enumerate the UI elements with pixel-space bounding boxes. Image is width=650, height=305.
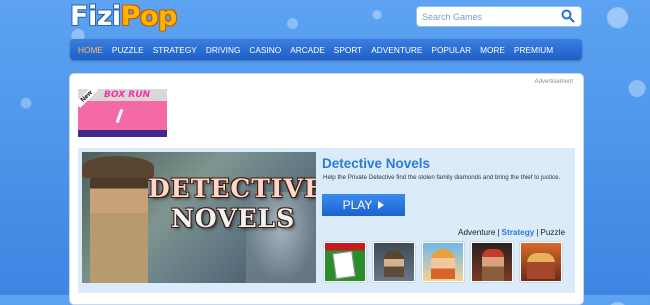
category-separator: | xyxy=(536,228,539,237)
related-game-warrior[interactable] xyxy=(471,242,513,282)
advertisement-label: Advertisement xyxy=(534,79,573,85)
play-button-label: PLAY xyxy=(342,198,373,212)
detective-hat xyxy=(82,156,154,178)
featured-game-description: Help the Private Detective find the stol… xyxy=(323,174,561,181)
nav-item-more[interactable]: MORE xyxy=(480,45,505,55)
thumbnail-ground xyxy=(78,130,167,137)
new-game-title: BOX RUN xyxy=(104,90,151,100)
category-links: Adventure | Strategy | Puzzle xyxy=(458,228,565,237)
nav-item-casino[interactable]: CASINO xyxy=(249,45,281,55)
featured-game-title[interactable]: Detective Novels xyxy=(322,156,430,171)
runner-figure xyxy=(115,108,124,124)
category-link-adventure[interactable]: Adventure xyxy=(458,228,495,237)
new-game-thumbnail[interactable]: BOX RUN New xyxy=(78,89,167,137)
logo-text-part2: Pop xyxy=(120,1,178,32)
nav-item-strategy[interactable]: STRATEGY xyxy=(153,45,197,55)
related-game-card-solitaire[interactable] xyxy=(324,242,366,282)
detective-figure xyxy=(90,162,148,283)
related-game-detective[interactable] xyxy=(373,242,415,282)
nav-item-premium[interactable]: PREMIUM xyxy=(514,45,553,55)
featured-image-title-line1: DETECTIVE xyxy=(148,174,316,203)
search-icon[interactable] xyxy=(561,9,575,23)
related-game-cowgirl[interactable] xyxy=(422,242,464,282)
featured-game-image[interactable]: DETECTIVE NOVELS xyxy=(82,152,316,283)
play-arrow-icon xyxy=(378,201,385,209)
related-games xyxy=(324,242,562,282)
nav-item-popular[interactable]: POPULAR xyxy=(431,45,471,55)
nav-item-arcade[interactable]: ARCADE xyxy=(290,45,325,55)
featured-image-title-line2: NOVELS xyxy=(171,204,296,233)
play-button[interactable]: PLAY xyxy=(322,194,405,216)
nav-item-sport[interactable]: SPORT xyxy=(334,45,362,55)
nav-item-home[interactable]: HOME xyxy=(78,45,103,55)
search-input[interactable] xyxy=(417,7,557,27)
category-link-strategy[interactable]: Strategy xyxy=(502,228,535,237)
logo-text-part1: Fizi xyxy=(70,1,121,32)
nav-item-puzzle[interactable]: PUZZLE xyxy=(112,45,144,55)
main-nav: HOME PUZZLE STRATEGY DRIVING CASINO ARCA… xyxy=(70,39,582,60)
nav-item-driving[interactable]: DRIVING xyxy=(206,45,241,55)
site-logo[interactable]: FiziPop xyxy=(70,1,178,32)
category-link-puzzle[interactable]: Puzzle xyxy=(540,228,565,237)
featured-game: DETECTIVE NOVELS Detective Novels Help t… xyxy=(78,148,575,293)
category-separator: | xyxy=(497,228,500,237)
search-box xyxy=(416,6,582,27)
related-game-battle[interactable] xyxy=(520,242,562,282)
content-panel: Advertisement BOX RUN New DETECTIVE NOVE… xyxy=(69,73,584,305)
nav-item-adventure[interactable]: ADVENTURE xyxy=(371,45,422,55)
